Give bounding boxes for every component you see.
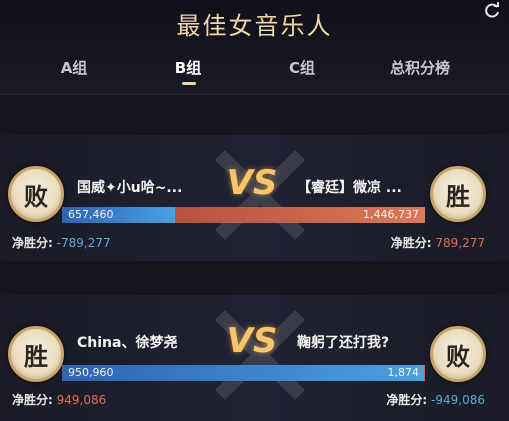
- right-player-name[interactable]: 【睿廷】微凉 ...: [297, 177, 422, 197]
- win-badge: 胜: [430, 166, 486, 222]
- net-score-value: -949,086: [431, 393, 485, 407]
- header: 最佳女音乐人 A组 B组 C组 总积分榜: [0, 0, 509, 95]
- match-card-1[interactable]: 败 国威✦小u哈~... VS 【睿廷】微凉 ... 胜 657,460 1,4…: [0, 135, 509, 261]
- refresh-icon[interactable]: [481, 0, 503, 22]
- active-tab-indicator: [182, 82, 196, 85]
- left-score-fill: [62, 365, 424, 381]
- right-net-score: 净胜分: 789,277: [391, 234, 485, 251]
- net-score-label: 净胜分:: [12, 236, 53, 250]
- vs-label: VS: [226, 321, 278, 361]
- refresh-icon-svg: [485, 2, 499, 18]
- match-card-2[interactable]: 胜 China、徐梦尧 VS 鞠躬了还打我? 败 950,960 1,874 净…: [0, 295, 509, 421]
- left-net-score: 净胜分: -789,277: [12, 234, 111, 251]
- net-score-label: 净胜分:: [390, 236, 432, 250]
- right-net-score: 净胜分: -949,086: [386, 391, 485, 408]
- net-score-value: 789,277: [435, 236, 485, 250]
- left-player-name[interactable]: 国威✦小u哈~...: [77, 177, 217, 197]
- score-bar: 657,460 1,446,737: [62, 207, 425, 223]
- loss-badge: 败: [430, 326, 486, 382]
- net-score-label: 净胜分:: [386, 393, 428, 407]
- tab-group-a[interactable]: A组: [52, 54, 96, 82]
- net-score-label: 净胜分:: [12, 393, 53, 407]
- tab-total-ranking[interactable]: 总积分榜: [378, 54, 462, 82]
- right-score-fill: [424, 365, 425, 381]
- left-score: 657,460: [68, 208, 114, 221]
- tab-group-b[interactable]: B组: [166, 54, 210, 82]
- net-score-value: 949,086: [56, 393, 107, 407]
- page-title: 最佳女音乐人: [176, 12, 333, 40]
- right-score: 1,446,737: [363, 208, 419, 221]
- score-bar: 950,960 1,874: [62, 365, 425, 381]
- left-player-name[interactable]: China、徐梦尧: [77, 332, 217, 352]
- win-badge: 胜: [8, 326, 64, 382]
- loss-badge: 败: [8, 166, 64, 222]
- vs-label: VS: [226, 163, 278, 203]
- right-score: 1,874: [387, 366, 420, 379]
- left-net-score: 净胜分: 949,086: [12, 391, 106, 408]
- right-player-name[interactable]: 鞠躬了还打我?: [297, 332, 422, 352]
- group-tabs: A组 B组 C组 总积分榜: [0, 54, 509, 94]
- net-score-value: -789,277: [56, 236, 111, 250]
- tab-group-c[interactable]: C组: [280, 54, 324, 82]
- left-score: 950,960: [68, 366, 114, 379]
